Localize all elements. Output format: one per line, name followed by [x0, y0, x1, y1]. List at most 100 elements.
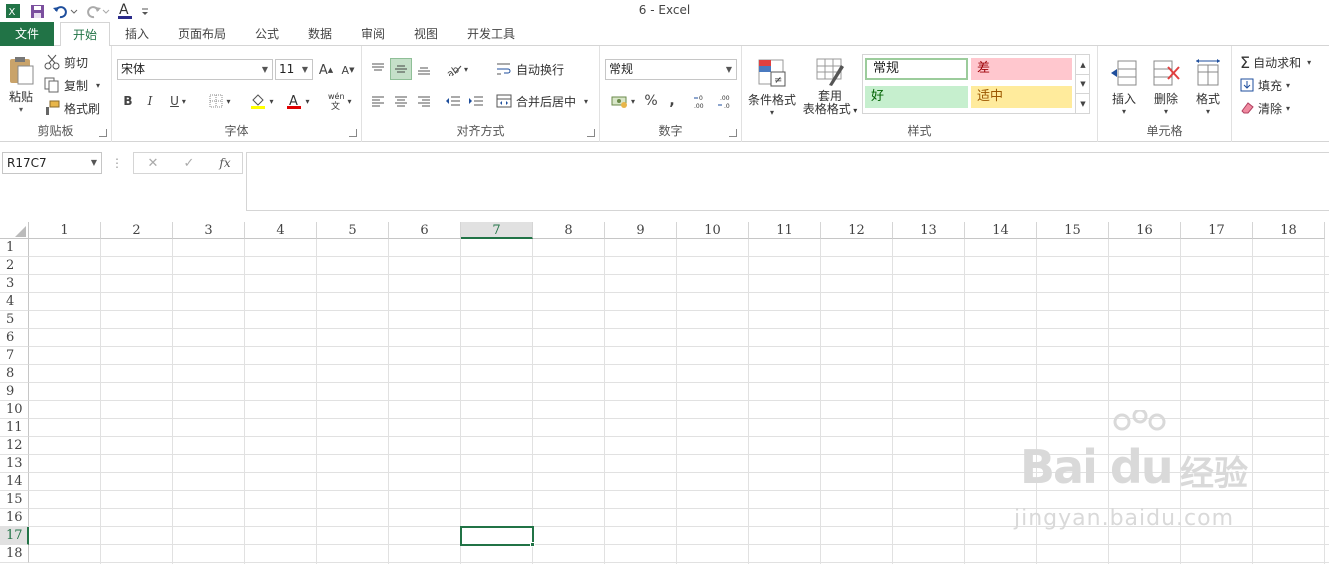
column-header[interactable]: 9 — [605, 222, 677, 239]
column-header[interactable]: 11 — [749, 222, 821, 239]
column-header[interactable]: 2 — [101, 222, 173, 239]
row-header[interactable]: 10 — [0, 401, 29, 419]
orientation-button[interactable]: ab ▾ — [442, 58, 472, 80]
row-header[interactable]: 17 — [0, 527, 29, 545]
row-header[interactable]: 5 — [0, 311, 29, 329]
tab-file[interactable]: 文件 — [0, 22, 54, 46]
font-color-button[interactable]: A ▾ — [282, 91, 314, 111]
tab-page-layout[interactable]: 页面布局 — [170, 22, 234, 46]
enter-formula-button[interactable]: ✓ — [174, 154, 204, 172]
column-header[interactable]: 17 — [1181, 222, 1253, 239]
row-header[interactable]: 18 — [0, 545, 29, 563]
decrease-indent-button[interactable] — [442, 90, 464, 112]
cancel-formula-button[interactable]: ✕ — [138, 154, 168, 172]
underline-button[interactable]: U ▾ — [163, 91, 193, 111]
insert-cells-button[interactable]: 插入 ▾ — [1104, 54, 1144, 120]
row-header[interactable]: 12 — [0, 437, 29, 455]
align-top-button[interactable] — [367, 58, 389, 80]
font-size-combo[interactable]: 11 ▼ — [275, 59, 313, 80]
tab-home[interactable]: 开始 — [60, 22, 110, 47]
column-header[interactable]: 8 — [533, 222, 605, 239]
row-header[interactable]: 1 — [0, 239, 29, 257]
style-bad[interactable]: 差 — [971, 58, 1072, 80]
number-format-combo[interactable]: 常规 ▼ — [605, 59, 737, 80]
column-header[interactable]: 18 — [1253, 222, 1325, 239]
name-box[interactable]: R17C7 ▼ — [2, 152, 102, 174]
format-as-table-button[interactable]: 套用 表格格式 ▾ — [798, 54, 862, 120]
fill-button[interactable]: 填充 ▾ — [1240, 76, 1290, 94]
clear-button[interactable]: 清除 ▾ — [1240, 99, 1290, 117]
tab-formulas[interactable]: 公式 — [246, 22, 288, 46]
increase-indent-button[interactable] — [465, 90, 487, 112]
row-header[interactable]: 16 — [0, 509, 29, 527]
row-header[interactable]: 4 — [0, 293, 29, 311]
style-neutral[interactable]: 适中 — [971, 86, 1072, 108]
column-header[interactable]: 5 — [317, 222, 389, 239]
column-header[interactable]: 15 — [1037, 222, 1109, 239]
column-header[interactable]: 1 — [29, 222, 101, 239]
row-header[interactable]: 14 — [0, 473, 29, 491]
phonetic-button[interactable]: wén 文 ▾ — [324, 91, 356, 111]
gallery-more-icon[interactable]: ▼ — [1076, 93, 1090, 113]
comma-style-button[interactable]: , — [663, 90, 681, 112]
bold-button[interactable]: B — [119, 91, 137, 111]
autosum-button[interactable]: Σ 自动求和 ▾ — [1240, 53, 1311, 72]
merge-center-button[interactable]: 合并后居中 ▾ — [496, 90, 588, 112]
row-header[interactable]: 9 — [0, 383, 29, 401]
wrap-text-button[interactable]: 自动换行 — [496, 58, 564, 80]
row-header[interactable]: 11 — [0, 419, 29, 437]
align-right-button[interactable] — [413, 90, 435, 112]
insert-function-button[interactable]: fx — [210, 154, 240, 172]
cut-button[interactable]: 剪切 — [44, 53, 88, 71]
name-box-dropdown-icon[interactable]: ▼ — [91, 153, 97, 173]
format-cells-button[interactable]: 格式 ▾ — [1188, 54, 1228, 120]
gallery-up-icon[interactable]: ▲ — [1076, 55, 1090, 74]
active-cell[interactable] — [460, 526, 534, 546]
borders-button[interactable]: ▾ — [204, 91, 236, 111]
row-header[interactable]: 2 — [0, 257, 29, 275]
style-normal[interactable]: 常规 — [865, 58, 968, 80]
font-size-dropdown-icon[interactable]: ▼ — [298, 60, 312, 79]
italic-button[interactable]: I — [141, 91, 159, 111]
clipboard-launcher-icon[interactable] — [99, 129, 107, 137]
tab-view[interactable]: 视图 — [405, 22, 447, 46]
align-left-button[interactable] — [367, 90, 389, 112]
row-header[interactable]: 7 — [0, 347, 29, 365]
column-header[interactable]: 12 — [821, 222, 893, 239]
tab-data[interactable]: 数据 — [299, 22, 341, 46]
copy-button[interactable]: 复制 ▾ — [44, 76, 100, 94]
align-middle-button[interactable] — [390, 58, 412, 80]
row-header[interactable]: 3 — [0, 275, 29, 293]
number-launcher-icon[interactable] — [729, 129, 737, 137]
number-format-dropdown-icon[interactable]: ▼ — [722, 60, 736, 79]
merge-dropdown-icon[interactable]: ▾ — [584, 97, 588, 106]
row-header[interactable]: 6 — [0, 329, 29, 347]
percent-style-button[interactable]: % — [642, 90, 660, 112]
alignment-launcher-icon[interactable] — [587, 129, 595, 137]
column-header[interactable]: 14 — [965, 222, 1037, 239]
font-name-combo[interactable]: 宋体 ▼ — [117, 59, 273, 80]
paste-button[interactable]: 粘贴 ▾ — [4, 54, 38, 116]
delete-cells-button[interactable]: 删除 ▾ — [1146, 54, 1186, 120]
decrease-font-size-button[interactable]: A ▼ — [339, 60, 357, 80]
formula-input[interactable] — [246, 152, 1329, 211]
increase-decimal-button[interactable]: 0.00 — [692, 90, 714, 112]
font-name-dropdown-icon[interactable]: ▼ — [258, 60, 272, 79]
row-header[interactable]: 15 — [0, 491, 29, 509]
align-bottom-button[interactable] — [413, 58, 435, 80]
decrease-decimal-button[interactable]: .00.0 — [715, 90, 737, 112]
row-header[interactable]: 13 — [0, 455, 29, 473]
column-header[interactable]: 13 — [893, 222, 965, 239]
tab-insert[interactable]: 插入 — [116, 22, 158, 46]
fill-color-button[interactable]: ▾ — [246, 91, 278, 111]
align-center-button[interactable] — [390, 90, 412, 112]
column-header[interactable]: 16 — [1109, 222, 1181, 239]
conditional-formatting-button[interactable]: ≠ 条件格式 ▾ — [746, 54, 798, 120]
accounting-format-button[interactable]: ▾ — [606, 90, 640, 112]
gallery-down-icon[interactable]: ▼ — [1076, 74, 1090, 93]
column-header[interactable]: 6 — [389, 222, 461, 239]
format-painter-button[interactable]: 格式刷 — [44, 99, 100, 117]
tab-review[interactable]: 审阅 — [352, 22, 394, 46]
fill-handle[interactable] — [530, 542, 535, 547]
increase-font-size-button[interactable]: A ▲ — [317, 60, 335, 80]
